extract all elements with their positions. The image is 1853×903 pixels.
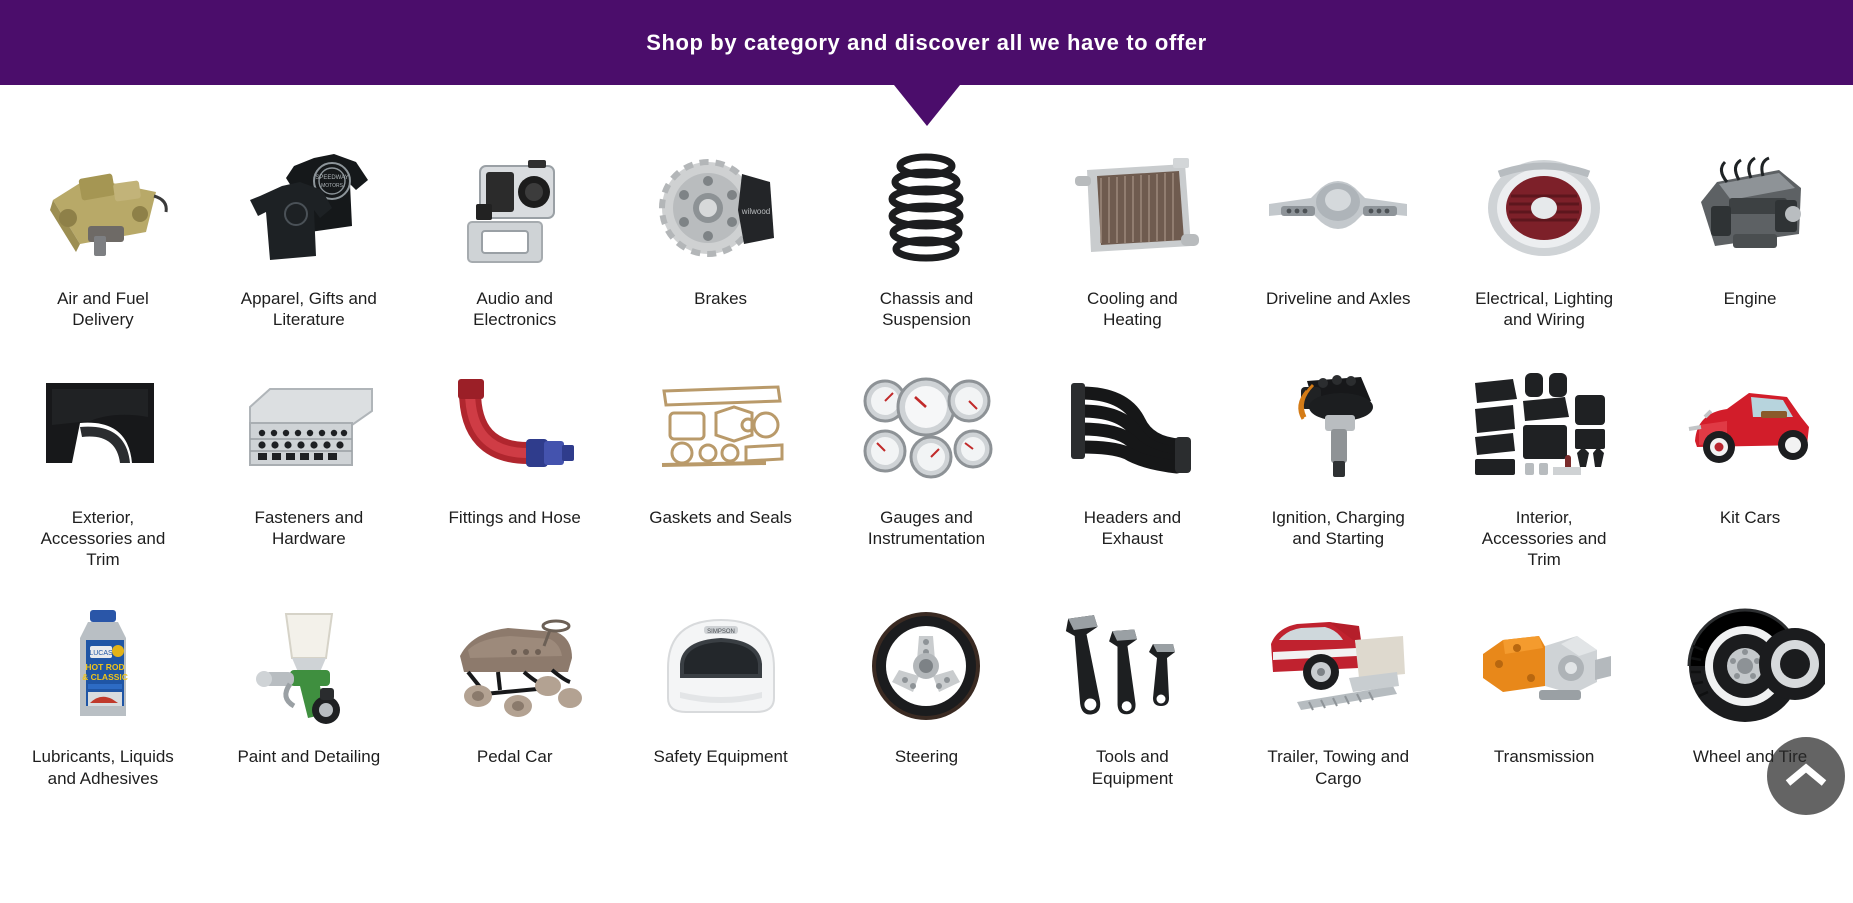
category-tile[interactable]: Headers and Exhaust	[1029, 359, 1235, 571]
back-to-top-button[interactable]	[1767, 737, 1845, 815]
category-tile[interactable]: Exterior, Accessories and Trim	[0, 359, 206, 571]
category-label: Cooling and Heating	[1087, 289, 1178, 330]
fender-panel-image[interactable]	[15, 359, 191, 495]
exhaust-headers-image[interactable]	[1044, 359, 1220, 495]
category-tile[interactable]: SIMPSON Safety Equipment	[618, 598, 824, 789]
category-label: Fittings and Hose	[448, 507, 581, 527]
category-label: Trailer, Towing and Cargo	[1267, 747, 1410, 788]
svg-text:LUCAS: LUCAS	[89, 650, 113, 657]
category-label: Gaskets and Seals	[649, 507, 792, 527]
category-tile[interactable]: Ignition, Charging and Starting	[1235, 359, 1441, 571]
red-roadster-image[interactable]	[1662, 359, 1838, 495]
category-label: Safety Equipment	[653, 747, 788, 767]
category-tile[interactable]: Electrical, Lighting and Wiring	[1441, 140, 1647, 331]
chevron-up-icon	[1784, 761, 1828, 791]
category-tile[interactable]: Air and Fuel Delivery	[0, 140, 206, 331]
tshirts-image[interactable]: SPEEDWAY MOTORS	[221, 140, 397, 276]
category-label: Kit Cars	[1719, 507, 1781, 527]
category-label: Paint and Detailing	[237, 747, 381, 767]
category-label: Tools and Equipment	[1091, 747, 1174, 788]
wheel-tire-image[interactable]	[1662, 598, 1838, 734]
category-label: Gauges and Instrumentation	[867, 507, 986, 548]
category-label: Brakes	[694, 289, 748, 308]
svg-text:HOT ROD: HOT ROD	[85, 662, 124, 672]
camera-housing-image[interactable]	[427, 140, 603, 276]
category-tile[interactable]: Engine	[1647, 140, 1853, 331]
distributor-image[interactable]	[1250, 359, 1426, 495]
category-tile[interactable]: Pedal Car	[412, 598, 618, 789]
adjustable-wrenches-image[interactable]	[1044, 598, 1220, 734]
transmission-image[interactable]	[1456, 598, 1632, 734]
category-label: Chassis and Suspension	[879, 289, 974, 330]
banner-notch-triangle	[893, 85, 960, 126]
category-tile[interactable]: wilwood Brakes	[618, 140, 824, 331]
category-tile[interactable]: Interior, Accessories and Trim	[1441, 359, 1647, 571]
category-tile[interactable]: Driveline and Axles	[1235, 140, 1441, 331]
tail-light-image[interactable]	[1456, 140, 1632, 276]
category-tile[interactable]: Gaskets and Seals	[618, 359, 824, 571]
category-tile[interactable]: Tools and Equipment	[1029, 598, 1235, 789]
crate-engine-image[interactable]	[1662, 140, 1838, 276]
coil-spring-image[interactable]	[838, 140, 1014, 276]
category-label: Fasteners and Hardware	[254, 507, 364, 548]
category-label: Ignition, Charging and Starting	[1271, 507, 1405, 548]
category-label: Driveline and Axles	[1265, 289, 1411, 308]
category-label: Audio and Electronics	[473, 289, 557, 330]
category-banner: Shop by category and discover all we hav…	[0, 0, 1853, 85]
hose-end-fitting-image[interactable]	[427, 359, 603, 495]
gauge-cluster-image[interactable]	[838, 359, 1014, 495]
pedal-car-image[interactable]	[427, 598, 603, 734]
category-tile[interactable]: Kit Cars	[1647, 359, 1853, 571]
category-label: Electrical, Lighting and Wiring	[1475, 289, 1614, 330]
category-tile[interactable]: LUCAS HOT ROD & CLASSIC Lubricants, Liqu…	[0, 598, 206, 789]
category-tile[interactable]: Transmission	[1441, 598, 1647, 789]
carburetor-image[interactable]	[15, 140, 191, 276]
oil-bottle-image[interactable]: LUCAS HOT ROD & CLASSIC	[15, 598, 191, 734]
gasket-set-image[interactable]	[633, 359, 809, 495]
category-label: Air and Fuel Delivery	[57, 289, 149, 330]
svg-text:SPEEDWAY: SPEEDWAY	[315, 175, 348, 181]
category-tile[interactable]: Steering	[824, 598, 1030, 789]
hardware-assortment-case-image[interactable]	[221, 359, 397, 495]
svg-text:& CLASSIC: & CLASSIC	[82, 672, 128, 682]
category-grid: Air and Fuel Delivery SPEEDWAY MOTORS Ap…	[0, 140, 1853, 789]
category-label: Headers and Exhaust	[1083, 507, 1182, 548]
category-label: Transmission	[1493, 747, 1595, 767]
racing-helmet-image[interactable]: SIMPSON	[633, 598, 809, 734]
category-label: Exterior, Accessories and Trim	[40, 507, 166, 570]
category-tile[interactable]: Fittings and Hose	[412, 359, 618, 571]
category-tile[interactable]: Trailer, Towing and Cargo	[1235, 598, 1441, 789]
svg-text:MOTORS: MOTORS	[321, 183, 344, 189]
category-tile[interactable]: Chassis and Suspension	[824, 140, 1030, 331]
category-label: Engine	[1723, 289, 1777, 308]
category-label: Apparel, Gifts and Literature	[240, 289, 377, 330]
category-label: Steering	[894, 747, 959, 767]
brake-rotor-caliper-image[interactable]: wilwood	[633, 140, 809, 276]
category-label: Pedal Car	[476, 747, 553, 767]
category-tile[interactable]: Fasteners and Hardware	[206, 359, 412, 571]
interior-kit-image[interactable]	[1456, 359, 1632, 495]
category-label: Lubricants, Liquids and Adhesives	[32, 747, 174, 788]
radiator-image[interactable]	[1044, 140, 1220, 276]
category-tile[interactable]: Paint and Detailing	[206, 598, 412, 789]
category-tile[interactable]: Cooling and Heating	[1029, 140, 1235, 331]
category-tile[interactable]: Audio and Electronics	[412, 140, 618, 331]
svg-text:SIMPSON: SIMPSON	[707, 629, 735, 635]
category-tile[interactable]: SPEEDWAY MOTORS Apparel, Gifts and Liter…	[206, 140, 412, 331]
steering-wheel-image[interactable]	[838, 598, 1014, 734]
category-landing-page: Shop by category and discover all we hav…	[0, 0, 1853, 903]
rear-axle-housing-image[interactable]	[1250, 140, 1426, 276]
spray-gun-image[interactable]	[221, 598, 397, 734]
page-title: Shop by category and discover all we hav…	[646, 29, 1207, 55]
car-on-trailer-image[interactable]	[1250, 598, 1426, 734]
svg-text:wilwood: wilwood	[740, 207, 769, 216]
category-label: Interior, Accessories and Trim	[1481, 507, 1607, 570]
category-tile[interactable]: Gauges and Instrumentation	[824, 359, 1030, 571]
